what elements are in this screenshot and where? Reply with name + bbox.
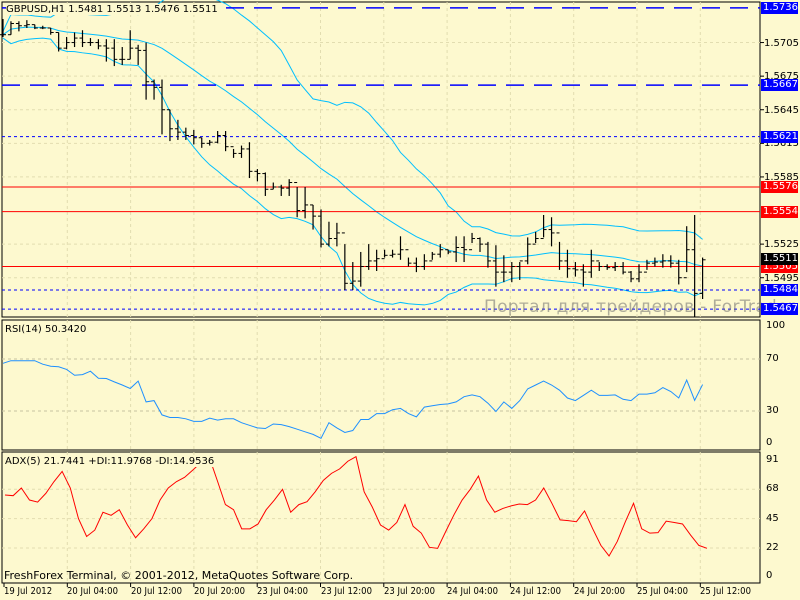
price-tick-label: 1.5525 bbox=[764, 239, 799, 251]
price-level-label: 1.5467 bbox=[761, 303, 798, 316]
price-level-label: 1.5621 bbox=[761, 130, 798, 143]
time-label: 20 Jul 20:00 bbox=[193, 586, 245, 597]
bollinger-middle-band bbox=[2, 26, 703, 267]
time-label: 25 Jul 12:00 bbox=[700, 586, 752, 597]
watermark: Портал для трейдеров - ForTrader.ru bbox=[484, 297, 800, 317]
time-label: 23 Jul 12:00 bbox=[320, 586, 372, 597]
rsi-tick-label: 30 bbox=[766, 405, 779, 416]
time-label: 24 Jul 12:00 bbox=[510, 586, 562, 597]
price-tick-label: 1.5495 bbox=[764, 272, 799, 284]
adx-tick-label: 91 bbox=[766, 453, 779, 465]
price-level-label: 1.5667 bbox=[761, 79, 798, 92]
rsi-tick-label: 100 bbox=[766, 320, 786, 331]
time-label: 23 Jul 04:00 bbox=[257, 586, 309, 597]
price-level-label: 1.5736 bbox=[761, 1, 798, 14]
current-price-label: 1.5511 bbox=[761, 252, 798, 265]
price-level-label: 1.5576 bbox=[761, 181, 798, 193]
price-level-label: 1.5554 bbox=[761, 205, 798, 218]
time-label: 20 Jul 12:00 bbox=[130, 586, 182, 597]
time-label: 19 Jul 2012 bbox=[4, 586, 53, 597]
time-label: 23 Jul 20:00 bbox=[383, 586, 435, 597]
time-label: 24 Jul 20:00 bbox=[573, 586, 625, 597]
adx-tick-label: 0 bbox=[766, 570, 773, 581]
time-label: 25 Jul 04:00 bbox=[637, 586, 688, 597]
copyright-text: FreshForex Terminal, © 2001-2012, MetaQu… bbox=[4, 569, 354, 582]
price-tick-label: 1.5705 bbox=[764, 37, 799, 49]
price-level-label: 1.5484 bbox=[761, 284, 798, 297]
adx-panel bbox=[1, 451, 761, 584]
main-panel bbox=[1, 1, 761, 318]
rsi-line bbox=[2, 360, 704, 439]
rsi-panel bbox=[1, 319, 761, 451]
adx-tick-label: 22 bbox=[766, 541, 779, 553]
adx-line bbox=[4, 455, 708, 557]
time-label: 20 Jul 04:00 bbox=[67, 586, 119, 597]
adx-tick-label: 45 bbox=[766, 512, 779, 524]
rsi-label: RSI(14) 50.3420 bbox=[5, 324, 87, 335]
price-tick-label: 1.5645 bbox=[764, 104, 799, 116]
adx-label: ADX(5) 21.7441 +DI:11.9768 -DI:14.9536 bbox=[5, 456, 215, 467]
adx-tick-label: 68 bbox=[766, 483, 779, 495]
rsi-tick-label: 70 bbox=[766, 353, 779, 364]
time-label: 24 Jul 04:00 bbox=[447, 586, 499, 597]
symbol-title: GBPUSD,H1 1.5481 1.5513 1.5476 1.5511 bbox=[6, 4, 218, 15]
rsi-tick-label: 0 bbox=[766, 437, 773, 448]
